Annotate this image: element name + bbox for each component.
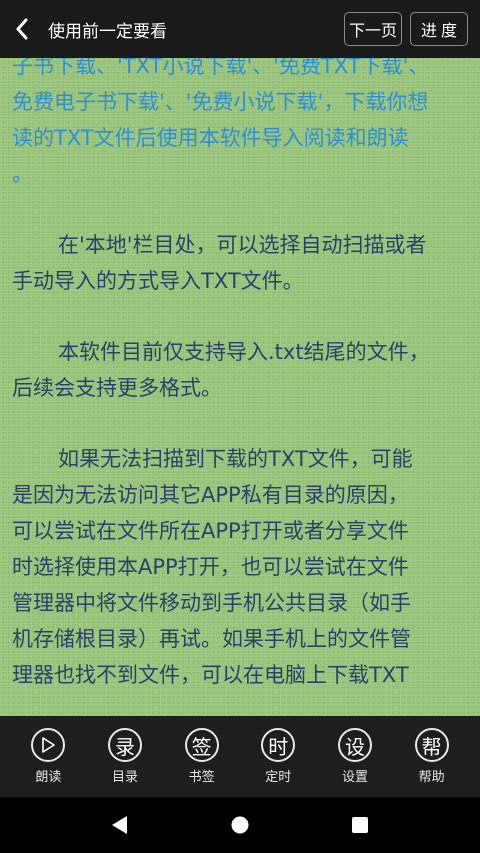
tool-label: 设置 [341, 770, 368, 785]
circle-home-icon [231, 816, 249, 834]
text-line: 可以尝试在文件所在APP打开或者分享文件 [12, 519, 409, 543]
back-button[interactable] [0, 0, 44, 58]
tool-label: 书签 [188, 770, 215, 785]
play-icon [31, 728, 66, 762]
text-line: 机存储根目录）再试。如果手机上的文件管 [12, 627, 411, 651]
page-title: 使用前一定要看 [48, 21, 167, 42]
paragraph: 如果无法扫描到下载的TXT文件，可能 是因为无法访问其它APP私有目录的原因， … [12, 441, 468, 693]
reading-area[interactable]: 子书下载、'TXT小说下载'、'免费TXT下载'、 免费电子书下载'、'免费小说… [0, 58, 480, 716]
text-line: 管理器中将文件移动到手机公共目录（如手 [12, 591, 411, 615]
tool-label: 帮助 [418, 770, 445, 785]
text-line: 是因为无法访问其它APP私有目录的原因， [12, 483, 409, 507]
text-line: 后续会支持更多格式。 [12, 376, 222, 400]
nav-recents-button[interactable] [340, 805, 380, 845]
text-line: 如果无法扫描到下载的TXT文件，可能 [58, 447, 413, 471]
progress-button[interactable]: 进度 [410, 12, 468, 46]
bookmark-button[interactable]: 签 书签 [172, 728, 232, 785]
back-arrow-icon [16, 18, 28, 40]
text-line: 子书下载、'TXT小说下载'、'免费TXT下载'、 [12, 58, 430, 78]
help-button[interactable]: 帮 帮助 [402, 728, 462, 785]
next-page-button[interactable]: 下一页 [344, 12, 402, 46]
timer-button[interactable]: 时 定时 [248, 728, 308, 785]
settings-button[interactable]: 设 设置 [325, 728, 385, 785]
text-line: 本软件目前仅支持导入.txt结尾的文件， [58, 340, 430, 364]
tool-label: 目录 [111, 770, 138, 785]
square-recents-icon [352, 817, 368, 833]
screen: 使用前一定要看 下一页 进度 子书下载、'TXT小说下载'、'免费TXT下载'、… [0, 0, 480, 853]
tool-label: 朗读 [35, 770, 62, 785]
text-line: 读的TXT文件后使用本软件导入阅读和朗读 [12, 126, 409, 150]
reading-text: 子书下载、'TXT小说下载'、'免费TXT下载'、 免费电子书下载'、'免费小说… [12, 58, 468, 716]
timer-icon: 时 [261, 728, 296, 762]
bottom-toolbar: 朗读 录 目录 签 书签 时 定时 设 设置 帮 帮助 [0, 716, 480, 797]
link-paragraph: 子书下载、'TXT小说下载'、'免费TXT下载'、 免费电子书下载'、'免费小说… [12, 58, 468, 192]
nav-home-button[interactable] [220, 805, 260, 845]
text-line: 。 [12, 162, 33, 186]
catalog-button[interactable]: 录 目录 [95, 728, 155, 785]
text-line: 理器也找不到文件，可以在电脑上下载TXT [12, 663, 409, 687]
text-line: 在'本地'栏目处，可以选择自动扫描或者 [58, 233, 427, 257]
triangle-back-icon [112, 816, 127, 834]
top-bar: 使用前一定要看 下一页 进度 [0, 0, 480, 58]
system-nav-bar [0, 797, 480, 853]
settings-icon: 设 [337, 728, 372, 762]
catalog-icon: 录 [107, 728, 142, 762]
paragraph: 在'本地'栏目处，可以选择自动扫描或者 手动导入的方式导入TXT文件。 [12, 227, 468, 299]
nav-back-button[interactable] [100, 805, 140, 845]
text-line: 手动导入的方式导入TXT文件。 [12, 269, 304, 293]
paragraph: 本软件目前仅支持导入.txt结尾的文件， 后续会支持更多格式。 [12, 334, 468, 406]
bookmark-icon: 签 [184, 728, 219, 762]
read-aloud-button[interactable]: 朗读 [18, 728, 78, 785]
text-line: 免费电子书下载'、'免费小说下载'，下载你想 [12, 90, 429, 114]
help-icon: 帮 [414, 728, 449, 762]
tool-label: 定时 [265, 770, 292, 785]
text-line: 时选择使用本APP打开，也可以尝试在文件 [12, 555, 409, 579]
